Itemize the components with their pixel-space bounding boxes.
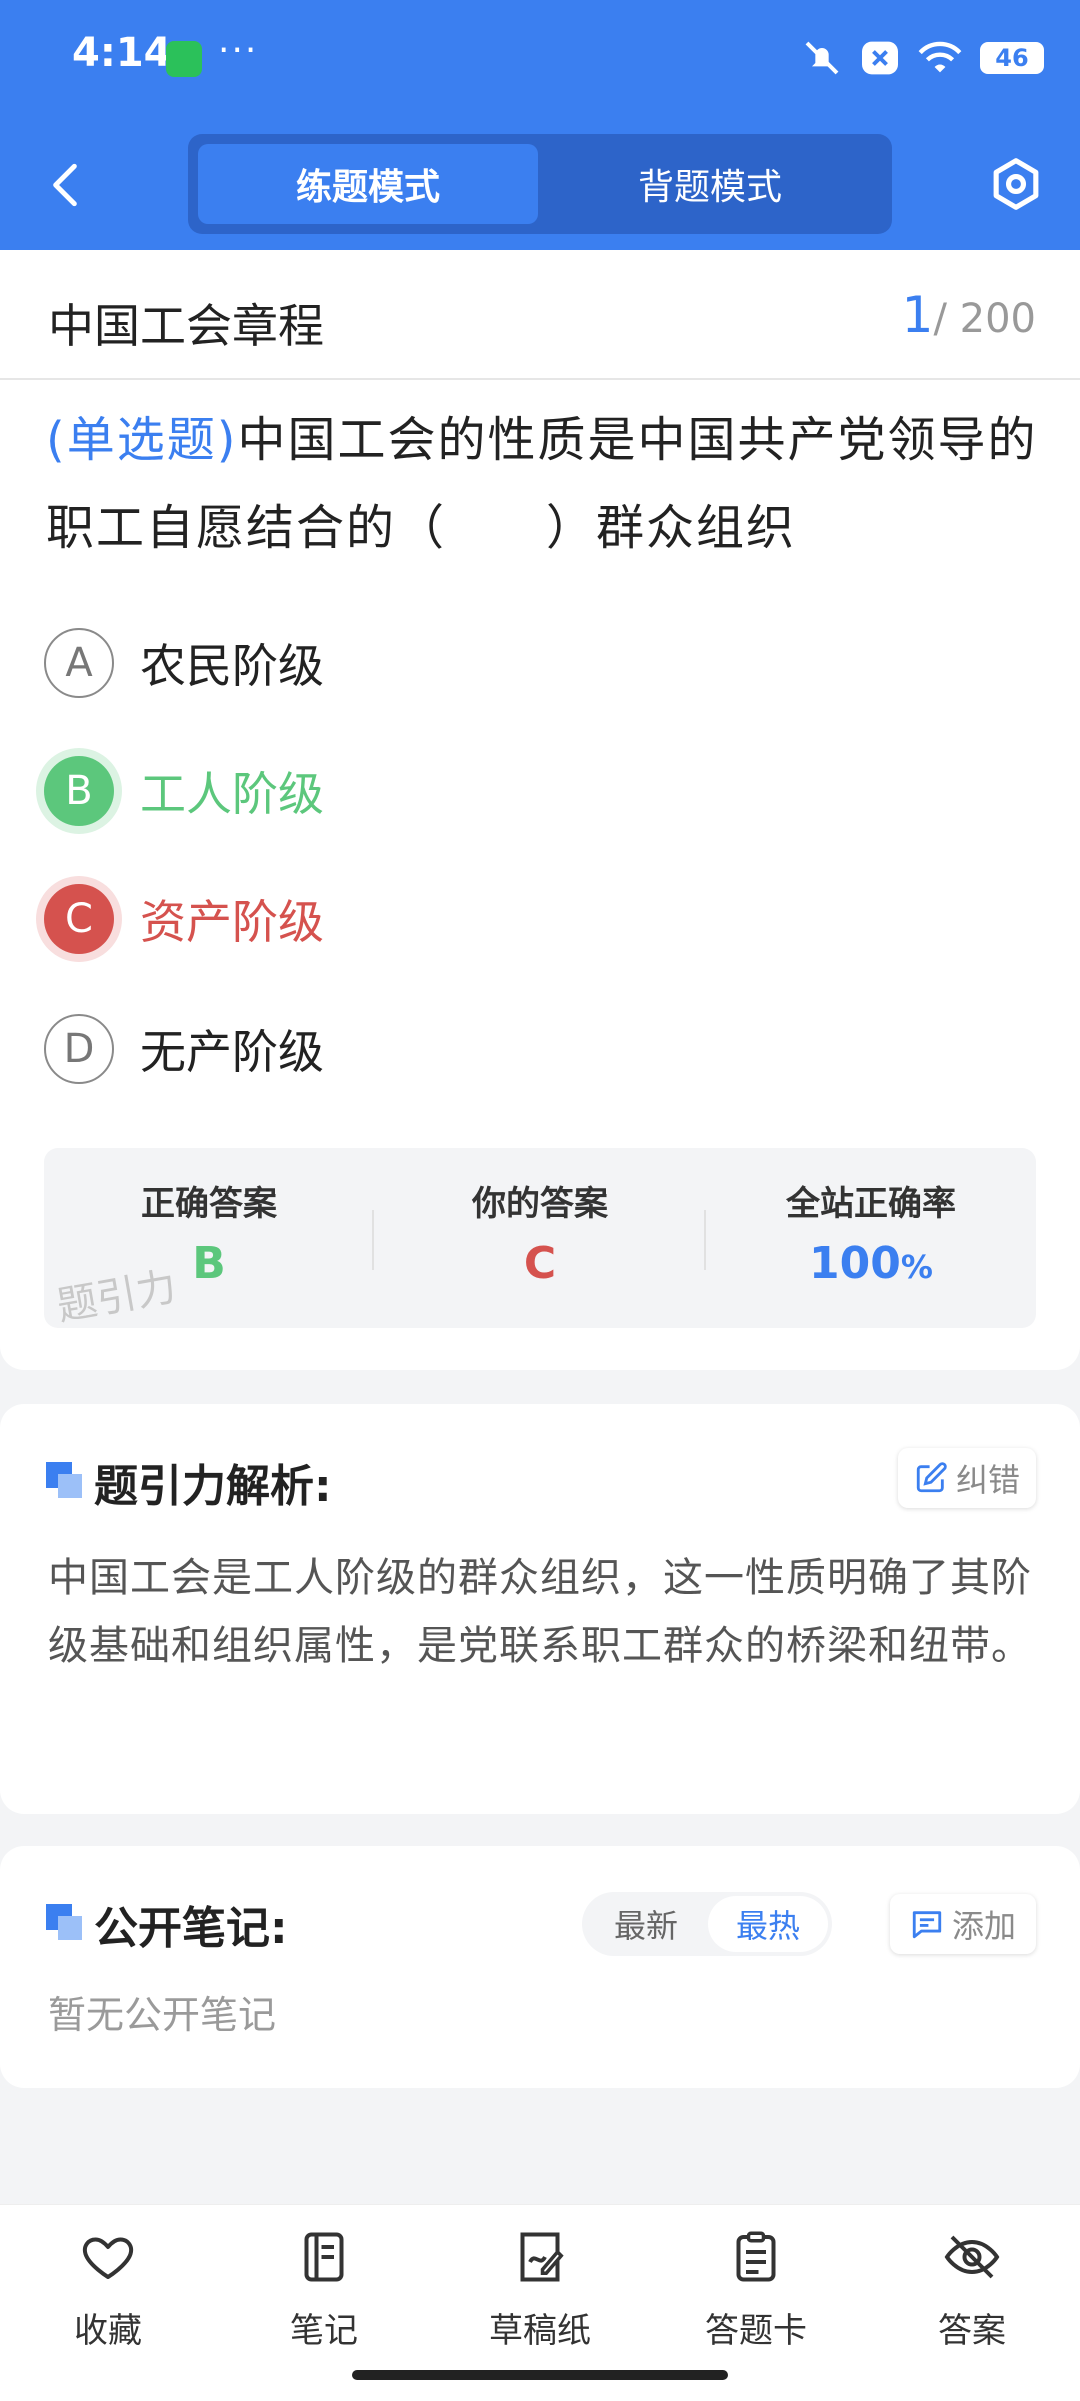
home-indicator[interactable]: [352, 2370, 728, 2380]
question-type: (单选题): [46, 412, 238, 468]
answer-card-icon: [736, 2231, 776, 2282]
more-notifications-icon: ···: [218, 30, 259, 71]
option-text: 农民阶级: [140, 639, 324, 693]
accuracy-value: 100%: [706, 1238, 1036, 1289]
notes-card: [0, 1846, 1080, 2088]
notes-sort-toggle: 最新 最热: [582, 1892, 832, 1956]
tab-practice-mode[interactable]: 练题模式: [198, 144, 538, 224]
accuracy-number: 100: [809, 1238, 901, 1289]
your-answer-label: 你的答案: [472, 1184, 608, 1224]
option-b[interactable]: B 工人阶级: [44, 754, 324, 828]
back-button[interactable]: [40, 150, 90, 220]
chevron-left-icon: [53, 163, 77, 207]
chapter-title: 中国工会章程: [48, 299, 324, 353]
option-d[interactable]: D 无产阶级: [44, 1012, 324, 1086]
option-text: 无产阶级: [140, 1025, 324, 1079]
status-time: 4:14: [72, 30, 172, 76]
option-text: 工人阶级: [140, 767, 324, 821]
option-text: 资产阶级: [140, 895, 324, 949]
analysis-title: 题引力解析:: [94, 1461, 332, 1512]
nav-notes[interactable]: 笔记: [224, 2227, 424, 2367]
section-squares-icon: [46, 1462, 82, 1498]
option-letter: B: [44, 756, 114, 826]
settings-button[interactable]: [986, 154, 1046, 214]
nav-label: 答题卡: [705, 2311, 807, 2351]
option-a[interactable]: A 农民阶级: [44, 626, 324, 700]
option-letter: A: [44, 628, 114, 698]
wifi-icon: [918, 41, 962, 73]
battery-indicator: 46: [980, 42, 1044, 74]
nav-label: 答案: [938, 2311, 1006, 2351]
comment-icon: [912, 1911, 942, 1939]
option-letter: D: [44, 1014, 114, 1084]
nav-draft[interactable]: 草稿纸: [440, 2227, 640, 2367]
mode-switch: 练题模式 背题模式: [188, 134, 892, 234]
nav-label: 笔记: [290, 2311, 358, 2351]
heart-icon: [82, 2237, 134, 2279]
draft-icon: [520, 2232, 564, 2282]
section-squares-icon: [46, 1904, 82, 1940]
sort-hottest-button[interactable]: 最热: [708, 1896, 828, 1952]
option-c[interactable]: C 资产阶级: [44, 882, 324, 956]
close-box-icon: [862, 41, 898, 75]
notes-title: 公开笔记:: [94, 1903, 288, 1954]
report-error-button[interactable]: 纠错: [898, 1448, 1036, 1508]
sort-newest-button[interactable]: 最新: [586, 1896, 706, 1952]
status-icons: 46: [802, 38, 1044, 78]
edit-icon: [916, 1462, 947, 1493]
question-progress: 1/ 200: [902, 286, 1036, 344]
nav-favorite[interactable]: 收藏: [8, 2227, 208, 2367]
tab-memorize-mode[interactable]: 背题模式: [540, 144, 880, 224]
add-note-label: 添加: [951, 1907, 1016, 1945]
report-error-label: 纠错: [955, 1461, 1020, 1499]
notes-empty-text: 暂无公开笔记: [48, 1993, 277, 2037]
mute-bell-icon: [805, 41, 839, 75]
accuracy-unit: %: [900, 1248, 933, 1286]
option-letter: C: [44, 884, 114, 954]
answer-result-box: 正确答案 B 你的答案 C 全站正确率 100%: [44, 1148, 1036, 1328]
question-text: (单选题)中国工会的性质是中国共产党领导的职工自愿结合的（ ）群众组织: [46, 396, 1041, 572]
hexagon-settings-icon: [993, 158, 1039, 210]
divider: [372, 1210, 374, 1270]
correct-answer-label: 正确答案: [141, 1184, 277, 1224]
your-answer-value: C: [523, 1238, 557, 1289]
your-answer-column: 你的答案 C: [375, 1148, 705, 1328]
nav-answer-card[interactable]: 答题卡: [656, 2227, 856, 2367]
divider: [0, 378, 1080, 380]
eye-off-icon: [944, 2235, 1000, 2279]
nav-answer[interactable]: 答案: [872, 2227, 1072, 2367]
add-note-button[interactable]: 添加: [890, 1894, 1036, 1954]
total-questions: / 200: [933, 296, 1036, 342]
nav-label: 收藏: [74, 2311, 142, 2351]
notebook-icon: [304, 2232, 344, 2282]
wechat-notification-icon: [166, 41, 202, 77]
accuracy-column: 全站正确率 100%: [706, 1148, 1036, 1328]
analysis-text: 中国工会是工人阶级的群众组织，这一性质明确了其阶级基础和组织属性，是党联系职工群…: [48, 1555, 1032, 1669]
current-question-number: 1: [901, 286, 934, 344]
accuracy-label: 全站正确率: [786, 1184, 956, 1224]
nav-label: 草稿纸: [489, 2311, 591, 2351]
